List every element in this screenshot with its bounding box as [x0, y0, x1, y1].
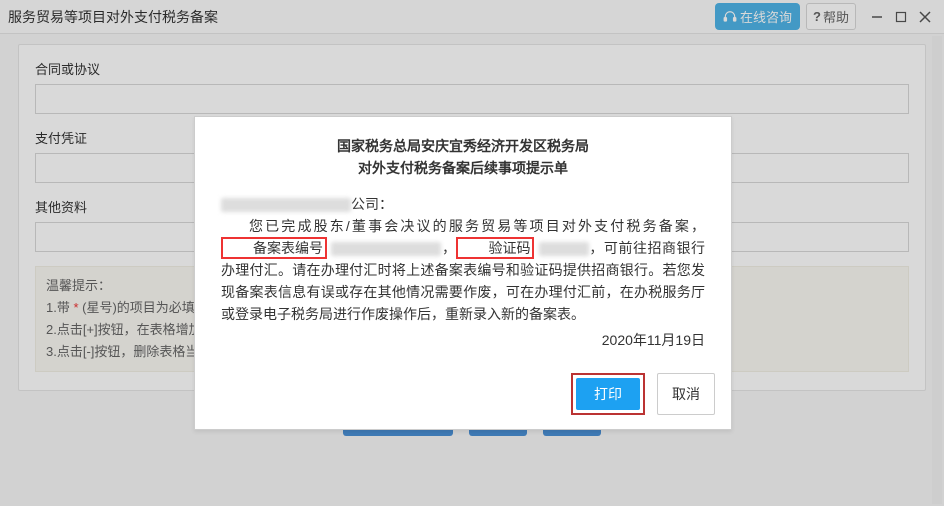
redacted-company-name	[221, 198, 351, 212]
dialog-body-text: 您已完成股东/董事会决议的服务贸易等项目对外支付税务备案，备案表编号 ，验证码 …	[221, 215, 705, 325]
dialog-title-line1: 国家税务总局安庆宜秀经济开发区税务局	[221, 135, 705, 157]
dialog-action-row: 打印 取消	[195, 363, 731, 429]
dialog-title-line2: 对外支付税务备案后续事项提示单	[221, 157, 705, 179]
highlight-verify-code: 验证码	[456, 237, 534, 259]
redacted-record-no	[331, 242, 441, 256]
highlight-print-wrap: 打印	[571, 373, 645, 415]
redacted-verify-code	[539, 242, 589, 256]
dialog-date: 2020年11月19日	[221, 329, 705, 351]
highlight-record-no: 备案表编号	[221, 237, 327, 259]
notice-dialog: 国家税务总局安庆宜秀经济开发区税务局 对外支付税务备案后续事项提示单 公司： 您…	[194, 116, 732, 430]
print-button[interactable]: 打印	[576, 378, 640, 410]
dialog-company-line: 公司：	[221, 193, 705, 215]
cancel-button[interactable]: 取消	[657, 373, 715, 415]
